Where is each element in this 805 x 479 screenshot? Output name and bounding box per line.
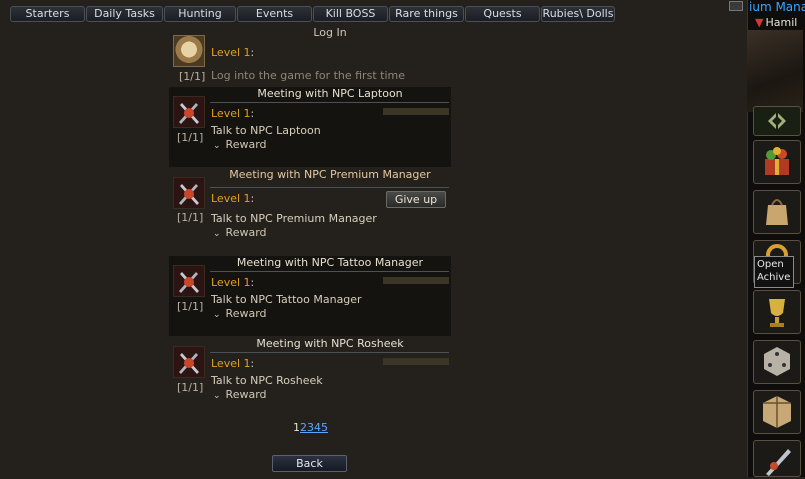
level-label: Level 1	[211, 357, 251, 370]
tab-rubies-dolls[interactable]: Rubies\ Dolls	[541, 6, 615, 22]
open-achive-tooltip: Open Achive	[754, 256, 794, 288]
tab-kill-boss[interactable]: Kill BOSS	[313, 6, 388, 22]
quest-progress-rosheek: [1/1]	[177, 381, 204, 394]
back-button[interactable]: Back	[272, 455, 347, 472]
level-label: Level 1	[211, 276, 251, 289]
npc-name-partial: ium Mana	[749, 0, 805, 14]
page-link-2[interactable]: 2	[300, 421, 307, 434]
quest-task-tattoo-manager: Talk to NPC Tattoo Manager	[211, 293, 362, 306]
pagination: 12345	[293, 421, 328, 434]
character-avatar-icon	[173, 35, 205, 67]
quest-title-rosheek: Meeting with NPC Rosheek	[256, 337, 404, 350]
quest-progress-bar	[383, 108, 449, 115]
reward-toggle-laptoon[interactable]: ⌄ Reward	[213, 138, 267, 151]
give-up-button[interactable]: Give up	[386, 191, 446, 208]
quest-progress-laptoon: [1/1]	[177, 131, 204, 144]
level-label: Level 1	[211, 46, 251, 59]
level-label: Level 1	[211, 192, 251, 205]
shopping-bag-button[interactable]	[753, 190, 801, 234]
page-link-5[interactable]: 5	[321, 421, 328, 434]
sword-quest-icon	[173, 265, 205, 297]
reward-toggle-rosheek[interactable]: ⌄ Reward	[213, 388, 267, 401]
login-quest-title: Log In	[313, 26, 347, 39]
page-current: 1	[293, 421, 300, 434]
quest-level-rosheek: Level 1:	[211, 357, 255, 370]
page-link-4[interactable]: 4	[314, 421, 321, 434]
player-name-partial: ▼ Hamil	[755, 16, 798, 29]
sword-quest-icon	[173, 96, 205, 128]
character-portrait	[747, 30, 803, 112]
reward-toggle-premium-manager[interactable]: ⌄ Reward	[213, 226, 267, 239]
quest-task-laptoon: Talk to NPC Laptoon	[211, 124, 321, 137]
quest-progress-premium-manager: [1/1]	[177, 211, 204, 224]
quest-progress-bar	[383, 277, 449, 284]
tab-daily-tasks[interactable]: Daily Tasks	[86, 6, 163, 22]
quest-task-rosheek: Talk to NPC Rosheek	[211, 374, 323, 387]
quest-level-laptoon: Level 1:	[211, 107, 255, 120]
sword-skill-button[interactable]	[753, 440, 801, 477]
collapse-arrows-button[interactable]	[753, 106, 801, 136]
gift-box-button[interactable]	[753, 140, 801, 184]
divider	[210, 352, 449, 353]
guild-mark-icon: ▼	[755, 16, 764, 29]
page-link-3[interactable]: 3	[307, 421, 314, 434]
sword-quest-icon	[173, 346, 205, 378]
quest-progress-tattoo-manager: [1/1]	[177, 300, 204, 313]
divider	[210, 271, 449, 272]
quest-category-tabs: Starters Daily Tasks Hunting Events Kill…	[10, 6, 616, 24]
login-level: Level 1:	[211, 46, 255, 59]
level-label: Level 1	[211, 107, 251, 120]
quest-level-premium-manager: Level 1:	[211, 192, 255, 205]
dice-button[interactable]	[753, 340, 801, 384]
sword-quest-icon	[173, 177, 205, 209]
chevron-down-icon: ⌄	[213, 229, 221, 239]
quest-level-tattoo-manager: Level 1:	[211, 276, 255, 289]
quest-task-premium-manager: Talk to NPC Premium Manager	[211, 212, 377, 225]
quest-title-laptoon: Meeting with NPC Laptoon	[257, 87, 403, 100]
divider	[210, 187, 449, 188]
trophy-button[interactable]	[753, 290, 801, 334]
quest-progress-bar	[383, 358, 449, 365]
tab-events[interactable]: Events	[237, 6, 312, 22]
divider	[210, 102, 449, 103]
minimize-icon[interactable]	[729, 1, 743, 11]
chevron-down-icon: ⌄	[213, 391, 221, 401]
login-description: Log into the game for the first time	[211, 69, 405, 82]
quest-title-premium-manager: Meeting with NPC Premium Manager	[229, 168, 431, 181]
quest-title-tattoo-manager: Meeting with NPC Tattoo Manager	[236, 256, 424, 269]
tab-rare-things[interactable]: Rare things	[389, 6, 464, 22]
tab-quests[interactable]: Quests	[465, 6, 540, 22]
reward-toggle-tattoo-manager[interactable]: ⌄ Reward	[213, 307, 267, 320]
tab-starters[interactable]: Starters	[10, 6, 85, 22]
login-progress: [1/1]	[179, 70, 206, 83]
chevron-down-icon: ⌄	[213, 141, 221, 151]
tab-hunting[interactable]: Hunting	[164, 6, 236, 22]
chevron-down-icon: ⌄	[213, 310, 221, 320]
rune-cube-button[interactable]	[753, 390, 801, 434]
